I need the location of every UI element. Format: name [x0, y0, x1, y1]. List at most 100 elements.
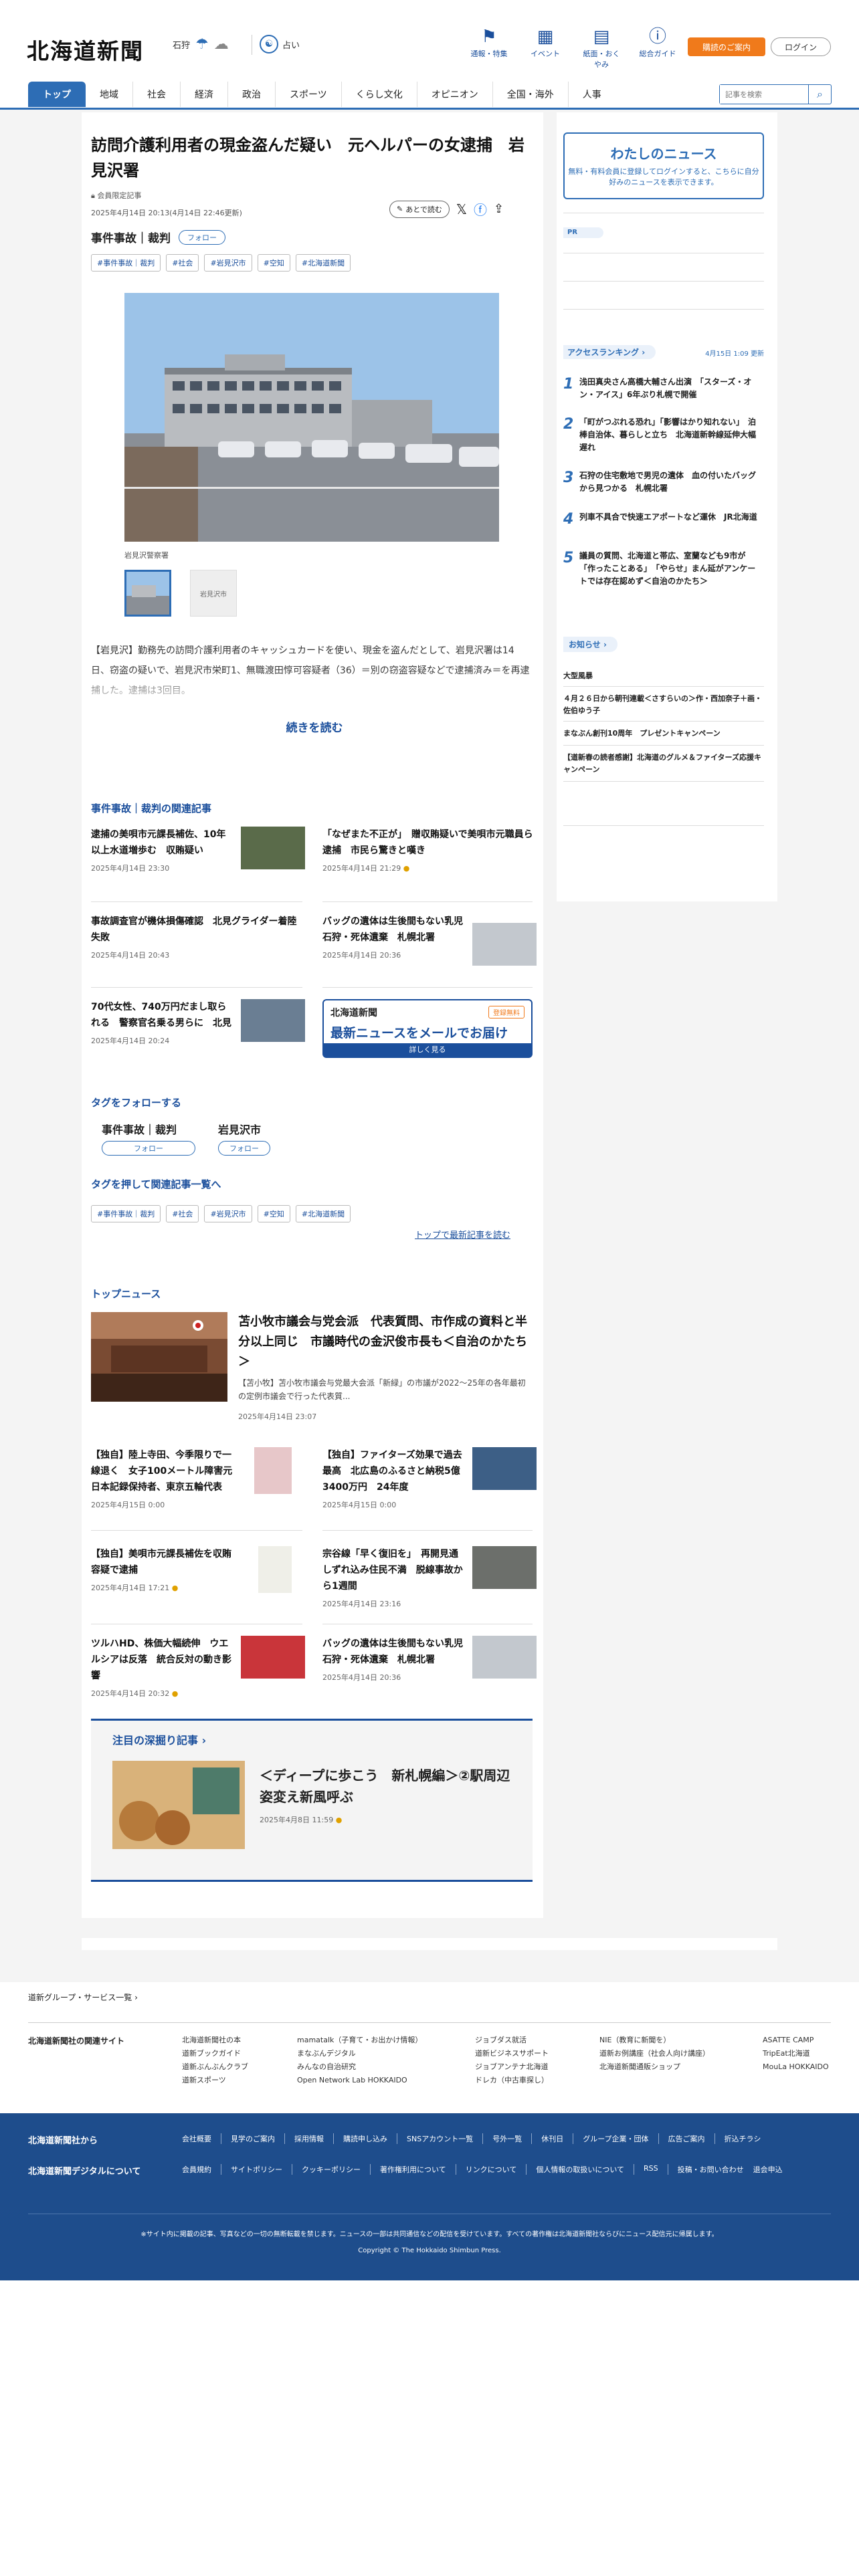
tab-national-world[interactable]: 全国・海外 — [493, 82, 569, 107]
tag-item[interactable]: #社会 — [166, 1205, 199, 1222]
site-link[interactable]: ジョブアンテナ北海道 — [475, 2060, 549, 2074]
follow-category-button[interactable]: フォロー — [179, 229, 225, 245]
related-item[interactable]: 70代女性、740万円だまし取られる 警察官名乗る男らに 北見 2025年4月1… — [91, 999, 305, 1046]
top-feature-image[interactable] — [91, 1312, 227, 1402]
site-link[interactable]: ジョブダス就活 — [475, 2034, 549, 2047]
footer-link[interactable]: グループ企業・団体 — [573, 2133, 659, 2144]
header-nav-paper[interactable]: ▤ 紙面・おくやみ — [581, 25, 622, 70]
footer-link[interactable]: 折込チラシ — [715, 2133, 771, 2144]
site-link[interactable]: ドレカ（中古車探し） — [475, 2074, 549, 2087]
site-link[interactable]: mamatalk（子育て・お出かけ情報） — [297, 2034, 422, 2047]
header-nav-event[interactable]: ▦ イベント — [524, 25, 566, 70]
site-link[interactable]: 北海道新聞社の本 — [182, 2034, 248, 2047]
footer-link[interactable]: 投稿・お問い合わせ — [668, 2164, 753, 2175]
follow-tag-name[interactable]: 岩見沢市 — [218, 1121, 270, 1137]
site-link[interactable]: 道新ビジネスサポート — [475, 2047, 549, 2060]
footer-link[interactable]: 休刊日 — [532, 2133, 574, 2144]
tag-item[interactable]: #北海道新聞 — [295, 254, 351, 272]
footer-link[interactable]: サイトポリシー — [221, 2164, 292, 2175]
site-link[interactable]: NIE（教育に新聞を） — [599, 2034, 710, 2047]
deep-feature[interactable]: 注目の深掘り記事 › ＜ディープに歩こう 新札幌編＞②駅周辺 姿変え新風呼ぶ 2… — [91, 1719, 533, 1882]
notice-item[interactable]: 【道新春の読者感謝】北海道のグルメ＆ファイターズ応援キャンペーン — [563, 752, 764, 776]
save-later-button[interactable]: ✎ あとで読む — [389, 200, 450, 218]
tab-top[interactable]: トップ — [28, 82, 86, 107]
site-link[interactable]: みんなの自治研究 — [297, 2060, 422, 2074]
site-link[interactable]: 道新ぶんぶんクラブ — [182, 2060, 248, 2074]
tag-item[interactable]: #事件事故｜裁判 — [91, 254, 161, 272]
share-icon[interactable]: ⇪ — [494, 202, 504, 216]
top-news-item[interactable]: 宗谷線「早く復旧を」 再開見通しずれ込み住民不満 脱線事故から1週間 2025年… — [322, 1546, 537, 1609]
site-logo[interactable]: 北海道新聞 — [27, 33, 144, 66]
footer-link[interactable]: SNSアカウント一覧 — [397, 2133, 484, 2144]
category-label[interactable]: 事件事故｜裁判 — [91, 229, 171, 245]
footer-link[interactable]: リンクについて — [456, 2164, 527, 2175]
footer-link[interactable]: 採用情報 — [285, 2133, 334, 2144]
read-more-button[interactable]: 続きを読む — [254, 718, 375, 735]
site-link[interactable]: まなぶんデジタル — [297, 2047, 422, 2060]
footer-link[interactable]: 著作権利用について — [371, 2164, 456, 2175]
photo-thumbnail-map[interactable]: 岩見沢市 — [190, 570, 237, 617]
search-icon[interactable]: ⌕ — [808, 85, 831, 104]
top-news-item[interactable]: バッグの遺体は生後間もない乳児 石狩・死体遺棄 札幌北署 2025年4月14日 … — [322, 1636, 537, 1683]
site-link[interactable]: 道新お例講座（社会人向け講座） — [599, 2047, 710, 2060]
search-input[interactable] — [720, 85, 808, 104]
article-photo[interactable] — [124, 293, 499, 542]
footer-link[interactable]: 購読申し込み — [334, 2133, 397, 2144]
tag-item[interactable]: #社会 — [166, 254, 199, 272]
top-news-item[interactable]: 【独自】美唄市元課長補佐を収賄容疑で逮捕 2025年4月14日 17:21 ● — [91, 1546, 305, 1593]
top-feature-title[interactable]: 苫小牧市議会与党会派 代表質問、市作成の資料と半分以上同じ 市議時代の金沢俊市長… — [238, 1312, 533, 1372]
footer-link[interactable]: RSS — [634, 2164, 668, 2175]
related-item[interactable]: 逮捕の美唄市元課長補佐、10年以上水道増歩む 収賄疑い 2025年4月14日 2… — [91, 827, 305, 873]
notice-item[interactable]: ４月２６日から朝刊連載＜さすらいの＞作・西加奈子＋画・佐伯ゆう子 — [563, 693, 764, 717]
header-nav-feature[interactable]: ⚑ 通報・特集 — [468, 25, 510, 70]
read-latest-link[interactable]: トップで最新記事を読む — [415, 1228, 510, 1241]
follow-tag-button[interactable]: フォロー — [218, 1141, 270, 1156]
related-item[interactable]: 事故調査官が機体損傷確認 北見グライダー着陸失敗 2025年4月14日 20:4… — [91, 914, 305, 960]
fortune-link[interactable]: ☯ 占い — [260, 35, 300, 53]
site-link[interactable]: 道新ブックガイド — [182, 2047, 248, 2060]
tab-society[interactable]: 社会 — [133, 82, 181, 107]
tab-personnel[interactable]: 人事 — [569, 82, 615, 107]
tag-item[interactable]: #事件事故｜裁判 — [91, 1205, 161, 1222]
tab-politics[interactable]: 政治 — [228, 82, 276, 107]
related-item[interactable]: バッグの遺体は生後間もない乳児 石狩・死体遺棄 札幌北署 2025年4月14日 … — [322, 914, 537, 966]
x-share-icon[interactable]: 𝕏 — [456, 201, 467, 217]
ranking-title[interactable]: アクセスランキング › — [563, 345, 656, 359]
notice-title[interactable]: お知らせ › — [563, 637, 617, 652]
tab-region[interactable]: 地域 — [86, 82, 133, 107]
mail-newsletter-banner[interactable]: 北海道新聞 登録無料 最新ニュースをメールでお届け 詳しく見る — [322, 999, 533, 1058]
follow-tag-button[interactable]: フォロー — [102, 1141, 195, 1156]
site-link[interactable]: ASATTE CAMP — [763, 2034, 829, 2047]
site-link[interactable]: TripEat北海道 — [763, 2047, 829, 2060]
top-news-item[interactable]: 【独自】陸上寺田、今季限りで一線退く 女子100メートル障害元日本記録保持者、東… — [91, 1447, 305, 1510]
footer-link[interactable]: クッキーポリシー — [292, 2164, 371, 2175]
facebook-share-icon[interactable]: ⓕ — [474, 199, 487, 219]
footer-link[interactable]: 会員規約 — [182, 2164, 221, 2175]
header-nav-guide[interactable]: ⓘ 総合ガイド — [637, 25, 678, 70]
tag-item[interactable]: #北海道新聞 — [295, 1205, 351, 1222]
footer-link[interactable]: 号外一覧 — [483, 2133, 533, 2144]
footer-link[interactable]: 広告ご案内 — [659, 2133, 715, 2144]
site-link[interactable]: 北海道新聞通販ショップ — [599, 2060, 710, 2074]
footer-link[interactable]: 見学のご案内 — [221, 2133, 285, 2144]
tab-economy[interactable]: 経済 — [181, 82, 228, 107]
related-item[interactable]: 「なぜまた不正が」 贈収賄疑いで美唄市元職員ら逮捕 市民ら驚きと嘆き 2025年… — [322, 827, 537, 873]
footer-link[interactable]: 個人情報の取扱いについて — [527, 2164, 635, 2175]
photo-thumbnail[interactable] — [124, 570, 171, 617]
weather-widget[interactable]: 石狩 ☂ ☁ — [173, 36, 229, 53]
site-link[interactable]: Open Network Lab HOKKAIDO — [297, 2074, 422, 2087]
tag-item[interactable]: #岩見沢市 — [204, 254, 252, 272]
top-news-item[interactable]: ツルハHD、株価大幅続伸 ウエルシアは反落 統合反対の動き影響 2025年4月1… — [91, 1636, 305, 1699]
top-news-item[interactable]: 【独自】ファイターズ効果で過去最高 北広島のふるさと納税5億3400万円 24年… — [322, 1447, 537, 1510]
tab-opinion[interactable]: オピニオン — [417, 82, 493, 107]
tab-life-culture[interactable]: くらし文化 — [342, 82, 417, 107]
site-link[interactable]: MouLa HOKKAIDO — [763, 2060, 829, 2074]
subscribe-button[interactable]: 購読のご案内 — [688, 37, 765, 56]
footer-link[interactable]: 退会申込 — [753, 2164, 792, 2175]
notice-item[interactable]: まなぶん創刊10周年 プレゼントキャンペーン — [563, 728, 764, 740]
tag-item[interactable]: #空知 — [257, 254, 290, 272]
group-services-link[interactable]: 道新グループ・サービス一覧 › — [28, 1992, 138, 2003]
tag-item[interactable]: #岩見沢市 — [204, 1205, 252, 1222]
site-link[interactable]: 道新スポーツ — [182, 2074, 248, 2087]
notice-item[interactable]: 大型風暴 — [563, 670, 764, 682]
